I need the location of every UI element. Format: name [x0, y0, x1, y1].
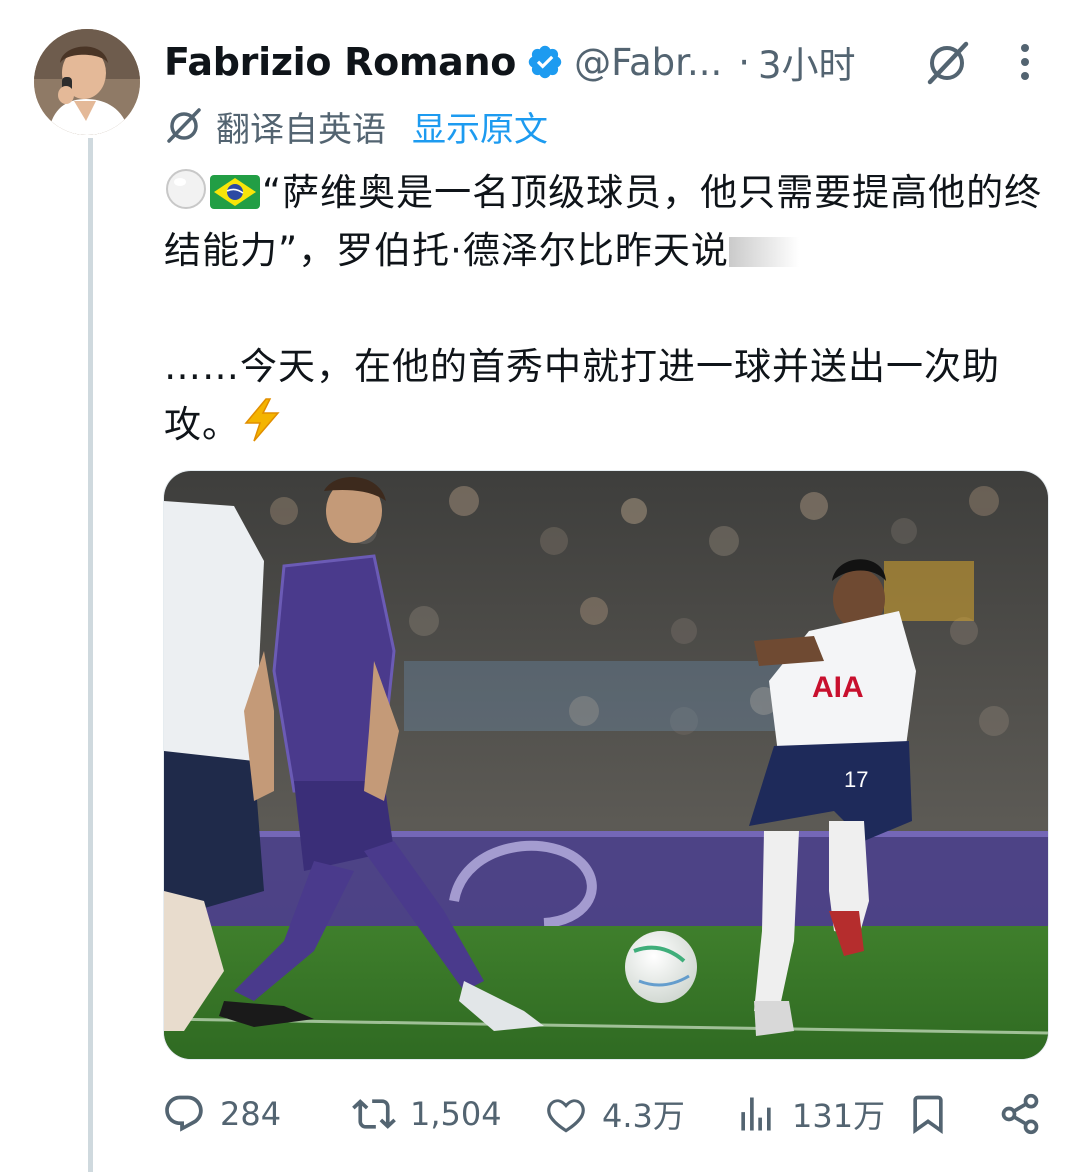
- lightning-emoji: [244, 398, 280, 442]
- handle[interactable]: @Fabr...: [574, 41, 722, 84]
- tweet-line-2-text: ……今天，在他的首秀中就打进一球并送出一次助攻。: [164, 345, 1000, 446]
- tweet-media-photo[interactable]: AIA 17: [163, 470, 1049, 1060]
- separator-dot: ·: [738, 40, 751, 84]
- tweet-paragraph-2: ……今天，在他的首秀中就打进一球并送出一次助攻。: [164, 338, 1054, 454]
- thread-line: [88, 138, 93, 1172]
- tweet[interactable]: Fabrizio Romano @Fabr... · 3小时 翻译自英语 显示原…: [0, 0, 1080, 1172]
- white-circle-emoji: [166, 169, 206, 209]
- translation-bar: 翻译自英语 显示原文: [164, 100, 548, 152]
- text-fade: [728, 237, 799, 267]
- brazil-flag-emoji: [210, 175, 260, 209]
- views-icon: [741, 1097, 771, 1131]
- reply-count: 284: [220, 1095, 282, 1133]
- timestamp[interactable]: 3小时: [758, 35, 856, 89]
- tweet-paragraph-1: “萨维奥是一名顶级球员，他只需要提高他的终结能力”，罗伯托·德泽尔比昨天说: [164, 164, 1054, 280]
- tweet-text: “萨维奥是一名顶级球员，他只需要提高他的终结能力”，罗伯托·德泽尔比昨天说 ………: [164, 164, 1054, 454]
- tweet-header: Fabrizio Romano @Fabr... · 3小时: [164, 34, 856, 90]
- reply-button[interactable]: 284: [162, 1082, 281, 1146]
- retweet-count: 1,504: [410, 1095, 502, 1133]
- retweet-icon: [352, 1099, 396, 1129]
- translated-from-label: 翻译自英语: [216, 109, 386, 150]
- share-button[interactable]: [998, 1082, 1042, 1146]
- retweet-button[interactable]: 1,504: [352, 1082, 502, 1146]
- action-bar: 284 1,504 4.3万 131万: [0, 1082, 1080, 1146]
- like-count: 4.3万: [602, 1097, 685, 1135]
- avatar[interactable]: [34, 29, 140, 135]
- grok-icon[interactable]: [922, 38, 972, 88]
- translate-icon: [167, 108, 201, 143]
- bookmark-button[interactable]: [906, 1082, 950, 1146]
- views-button[interactable]: 131万: [734, 1082, 885, 1146]
- shorts-number: 17: [844, 767, 868, 792]
- bookmark-icon: [913, 1095, 943, 1135]
- like-button[interactable]: 4.3万: [544, 1082, 685, 1146]
- show-original-link[interactable]: 显示原文: [412, 102, 548, 151]
- display-name[interactable]: Fabrizio Romano: [164, 40, 516, 84]
- tweet-line-1-text: “萨维奥是一名顶级球员，他只需要提高他的终结能力”，罗伯托·德泽尔比昨天说: [164, 171, 1043, 272]
- share-icon: [1001, 1093, 1039, 1135]
- more-icon[interactable]: [1010, 38, 1040, 88]
- verified-badge-icon: [528, 45, 562, 79]
- views-count: 131万: [792, 1097, 886, 1135]
- shirt-sponsor-text: AIA: [812, 671, 864, 704]
- like-icon: [547, 1099, 585, 1133]
- reply-icon: [165, 1095, 203, 1132]
